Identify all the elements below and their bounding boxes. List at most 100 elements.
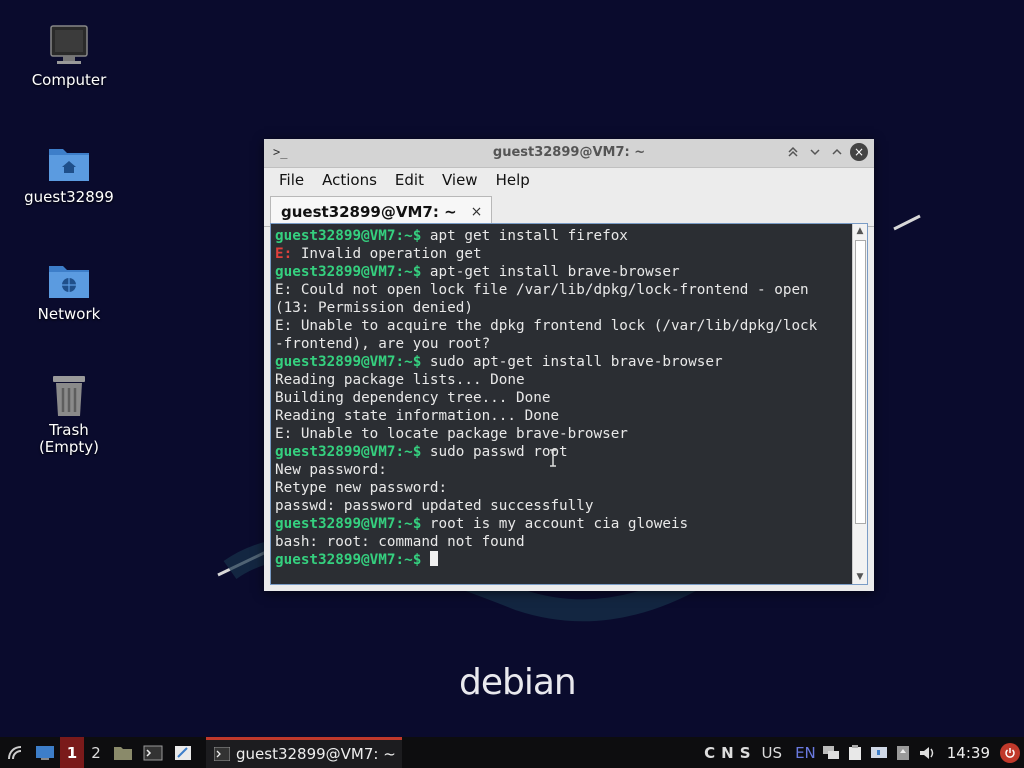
chevron-up-double-icon — [788, 146, 798, 157]
terminal-output-text: E: Unable to acquire the dpkg frontend l… — [275, 318, 818, 334]
terminal-line: Retype new password: — [275, 479, 853, 497]
menu-file[interactable]: File — [270, 171, 313, 189]
keyboard-layout[interactable]: US — [762, 744, 783, 762]
shade-button[interactable] — [784, 143, 802, 161]
terminal-command: apt get install firefox — [421, 228, 628, 244]
debian-logo: debian — [459, 662, 577, 703]
lock-indicator-scroll[interactable]: S — [740, 744, 751, 762]
terminal-prompt: guest32899@VM7:~$ — [275, 444, 422, 460]
terminal-output-text: passwd: password updated successfully — [275, 498, 594, 514]
lxqt-menu-icon — [8, 745, 22, 759]
terminal-line: passwd: password updated successfully — [275, 497, 853, 515]
terminal-line: guest32899@VM7:~$ apt-get install brave-… — [275, 263, 853, 281]
terminal-line: Reading package lists... Done — [275, 371, 853, 389]
clock[interactable]: 14:39 — [947, 744, 990, 762]
terminal-cursor — [429, 551, 438, 566]
desktop-icon — [36, 745, 54, 760]
terminal-line: New password: — [275, 461, 853, 479]
computer-icon — [47, 24, 91, 68]
terminal-line: bash: root: command not found — [275, 533, 853, 551]
trash-icon — [47, 374, 91, 418]
terminal-output-text: Reading state information... Done — [275, 408, 560, 424]
menu-view[interactable]: View — [433, 171, 487, 189]
clipboard-icon[interactable] — [846, 744, 864, 761]
tab-close-icon[interactable]: × — [471, 204, 483, 220]
terminal-line: Building dependency tree... Done — [275, 389, 853, 407]
terminal-launcher-icon — [143, 745, 163, 760]
lock-indicator-caps[interactable]: C — [704, 744, 715, 762]
close-icon: × — [853, 145, 865, 159]
terminal-line: guest32899@VM7:~$ sudo passwd root — [275, 443, 853, 461]
maximize-button[interactable] — [828, 143, 846, 161]
scrollbar-thumb[interactable] — [855, 240, 866, 524]
terminal-scrollbar[interactable]: ▲ ▼ — [852, 224, 867, 584]
removable-media-icon[interactable] — [894, 745, 912, 761]
desktop-icon-network[interactable]: Network — [9, 258, 129, 323]
terminal-output-text: (13: Permission denied) — [275, 300, 473, 316]
tab-terminal[interactable]: guest32899@VM7: ~ × — [270, 196, 492, 226]
scroll-down-icon[interactable]: ▼ — [853, 570, 867, 584]
ibeam-cursor-icon — [550, 449, 556, 467]
terminal-line: (13: Permission denied) — [275, 299, 853, 317]
menu-actions[interactable]: Actions — [313, 171, 386, 189]
workspace-2[interactable]: 2 — [84, 737, 108, 768]
terminal-line: E: Could not open lock file /var/lib/dpk… — [275, 281, 853, 299]
desktop-icon-computer[interactable]: Computer — [9, 24, 129, 89]
terminal-output-text: E: Could not open lock file /var/lib/dpk… — [275, 282, 809, 298]
scroll-up-icon[interactable]: ▲ — [853, 224, 867, 238]
terminal-output[interactable]: guest32899@VM7:~$ apt get install firefo… — [270, 223, 868, 585]
desktop-icon-home[interactable]: guest32899 — [9, 141, 129, 206]
terminal-prompt: guest32899@VM7:~$ — [275, 228, 422, 244]
taskbar-window-terminal[interactable]: guest32899@VM7: ~ — [206, 737, 402, 768]
window-title: guest32899@VM7: ~ — [492, 145, 646, 160]
app-menu-button[interactable] — [0, 737, 30, 768]
lock-indicator-num[interactable]: N — [721, 744, 734, 762]
close-button[interactable]: × — [850, 143, 868, 161]
terminal-command: apt-get install brave-browser — [421, 264, 680, 280]
language-indicator[interactable]: EN — [795, 744, 816, 762]
terminal-prompt: guest32899@VM7:~$ — [275, 264, 422, 280]
text-editor-launcher[interactable] — [168, 737, 198, 768]
terminal-command: sudo apt-get install brave-browser — [421, 354, 723, 370]
terminal-window[interactable]: >_ guest32899@VM7: ~ × File Actions Edit… — [264, 139, 874, 591]
text-editor-icon — [175, 745, 191, 760]
workspace-1[interactable]: 1 — [60, 737, 84, 768]
network-folder-icon — [47, 258, 91, 302]
terminal-output-text: -frontend), are you root? — [275, 336, 491, 352]
home-folder-icon — [47, 141, 91, 185]
power-button[interactable] — [1000, 742, 1020, 763]
terminal-icon — [214, 747, 230, 761]
network-monitor-icon[interactable] — [822, 745, 840, 761]
window-titlebar[interactable]: >_ guest32899@VM7: ~ × — [264, 139, 874, 168]
error-prefix: E: — [275, 246, 293, 262]
tab-bar: guest32899@VM7: ~ × — [264, 192, 874, 227]
terminal-command: root is my account cia gloweis — [421, 516, 689, 532]
terminal-output-text: Retype new password: — [275, 480, 448, 496]
terminal-command: sudo passwd root — [421, 444, 568, 460]
notification-icon[interactable] — [870, 745, 888, 761]
terminal-output-text: bash: root: command not found — [275, 534, 525, 550]
terminal-line: E: Unable to acquire the dpkg frontend l… — [275, 317, 853, 335]
terminal-line: Reading state information... Done — [275, 407, 853, 425]
chevron-down-icon — [810, 149, 820, 156]
tab-label: guest32899@VM7: ~ — [281, 202, 457, 221]
terminal-output-text: Building dependency tree... Done — [275, 390, 551, 406]
terminal-launcher[interactable] — [138, 737, 168, 768]
terminal-prompt: guest32899@VM7:~$ — [275, 552, 422, 568]
desktop-icon-trash[interactable]: Trash (Empty) — [9, 374, 129, 456]
terminal-output-text: Reading package lists... Done — [275, 372, 525, 388]
desktop-icon-label: Trash (Empty) — [38, 421, 100, 456]
volume-icon[interactable] — [918, 745, 936, 761]
terminal-line: E: Invalid operation get — [275, 245, 853, 263]
show-desktop-button[interactable] — [30, 737, 60, 768]
terminal-output-text: E: Unable to locate package brave-browse… — [275, 426, 628, 442]
menu-help[interactable]: Help — [487, 171, 539, 189]
minimize-button[interactable] — [806, 143, 824, 161]
folder-icon — [114, 746, 132, 760]
menu-edit[interactable]: Edit — [386, 171, 433, 189]
system-tray: C N S US EN 14:39 — [701, 737, 1024, 768]
terminal-output-text: New password: — [275, 462, 387, 478]
terminal-prompt: guest32899@VM7:~$ — [275, 516, 422, 532]
desktop-icon-label: Computer — [31, 71, 107, 89]
file-manager-launcher[interactable] — [108, 737, 138, 768]
